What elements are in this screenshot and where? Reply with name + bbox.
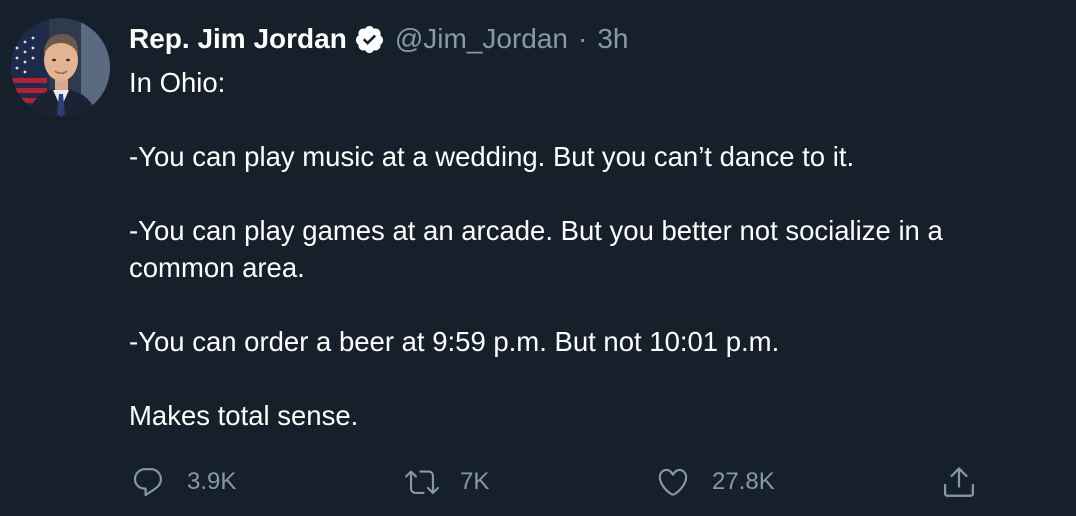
tweet-line: -You can play music at a wedding. But yo…: [129, 141, 855, 172]
like-button[interactable]: 27.8K: [656, 460, 775, 504]
tweet-text: In Ohio: -You can play music at a weddin…: [129, 64, 1049, 434]
tweet-card[interactable]: Rep. Jim Jordan @Jim_Jordan · 3h In Ohio…: [0, 0, 1076, 516]
share-button[interactable]: [941, 460, 977, 504]
verified-badge-icon: [354, 24, 385, 55]
like-count: 27.8K: [712, 468, 775, 495]
tweet-line: [129, 101, 1049, 138]
tweet-line: -You can play games at an arcade. But yo…: [129, 215, 943, 283]
display-name[interactable]: Rep. Jim Jordan: [129, 23, 347, 55]
retweet-count: 7K: [460, 468, 490, 495]
tweet-line: [129, 360, 1049, 397]
tweet-line: -You can order a beer at 9:59 p.m. But n…: [129, 326, 780, 357]
share-icon: [941, 464, 977, 500]
avatar[interactable]: [11, 18, 110, 117]
heart-icon: [656, 465, 690, 499]
separator-dot: ·: [578, 23, 588, 54]
timestamp[interactable]: 3h: [597, 23, 628, 55]
reply-button[interactable]: 3.9K: [131, 460, 236, 504]
retweet-icon: [404, 465, 440, 499]
tweet-header: Rep. Jim Jordan @Jim_Jordan · 3h: [129, 21, 628, 57]
tweet-actions: 3.9K 7K 27.8K: [0, 460, 1076, 504]
avatar-image: [11, 18, 110, 117]
tweet-line: [129, 286, 1049, 323]
tweet-line: Makes total sense.: [129, 400, 359, 431]
reply-count: 3.9K: [187, 468, 237, 495]
reply-icon: [131, 465, 165, 499]
tweet-line: In Ohio:: [129, 67, 226, 98]
retweet-button[interactable]: 7K: [404, 460, 489, 504]
tweet-line: [129, 175, 1049, 212]
user-handle[interactable]: @Jim_Jordan: [395, 23, 568, 55]
